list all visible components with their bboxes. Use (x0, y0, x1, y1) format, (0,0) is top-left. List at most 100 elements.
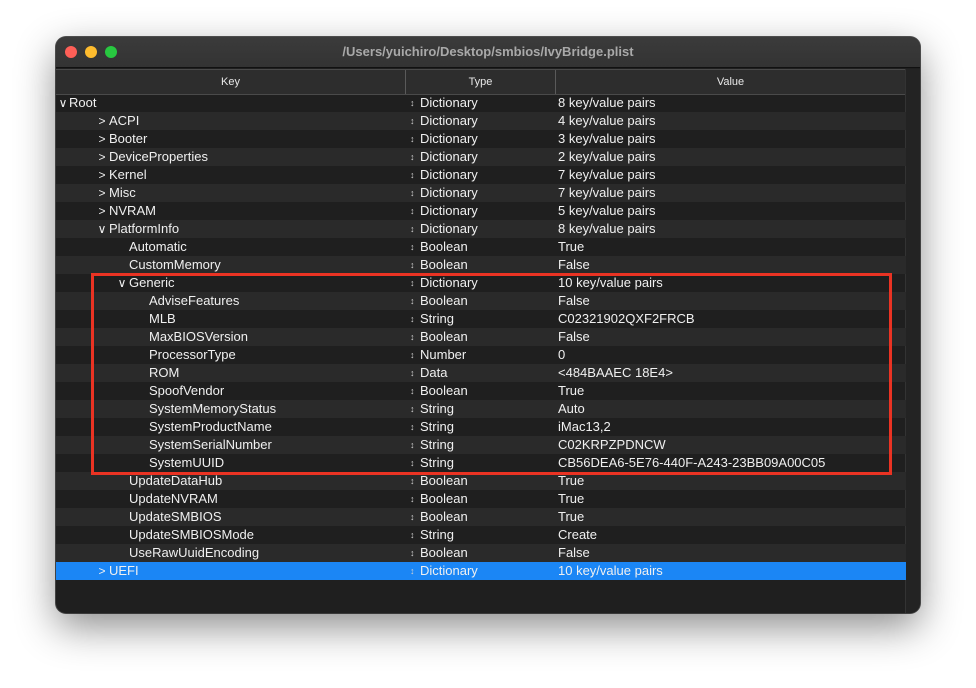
type-stepper-icon[interactable]: ↕ (410, 454, 415, 472)
type-stepper-icon[interactable]: ↕ (410, 436, 415, 454)
value-cell[interactable]: 10 key/value pairs (558, 274, 898, 292)
value-cell[interactable]: 8 key/value pairs (558, 220, 898, 238)
key-cell[interactable]: SystemProductName (56, 418, 406, 436)
key-cell[interactable]: > DeviceProperties (56, 148, 406, 166)
type-stepper-icon[interactable]: ↕ (410, 220, 415, 238)
key-cell[interactable]: CustomMemory (56, 256, 406, 274)
type-popup[interactable]: ↕ Dictionary (406, 562, 556, 580)
type-stepper-icon[interactable]: ↕ (410, 202, 415, 220)
outline-row[interactable]: SystemUUID ↕ String CB56DEA6-5E76-440F-A243… (56, 454, 906, 472)
key-cell[interactable]: ∨ PlatformInfo (56, 220, 406, 238)
outline-row[interactable]: Automatic ↕ Boolean True (56, 238, 906, 256)
key-cell[interactable]: SpoofVendor (56, 382, 406, 400)
value-cell[interactable]: 10 key/value pairs (558, 562, 898, 580)
value-cell[interactable]: True (558, 508, 898, 526)
value-cell[interactable]: False (558, 256, 898, 274)
type-stepper-icon[interactable]: ↕ (410, 490, 415, 508)
key-cell[interactable]: MaxBIOSVersion (56, 328, 406, 346)
value-cell[interactable]: False (558, 544, 898, 562)
type-stepper-icon[interactable]: ↕ (410, 472, 415, 490)
outline-row[interactable]: > DeviceProperties ↕ Dictionary 2 key/value … (56, 148, 906, 166)
type-stepper-icon[interactable]: ↕ (410, 346, 415, 364)
key-cell[interactable]: > NVRAM (56, 202, 406, 220)
type-stepper-icon[interactable]: ↕ (410, 184, 415, 202)
value-cell[interactable]: True (558, 382, 898, 400)
outline-row[interactable]: > Misc ↕ Dictionary 7 key/value pairs (56, 184, 906, 202)
type-popup[interactable]: ↕ Boolean (406, 490, 556, 508)
disclosure-closed-icon[interactable]: > (96, 202, 108, 220)
outline-row[interactable]: > Booter ↕ Dictionary 3 key/value pairs (56, 130, 906, 148)
type-popup[interactable]: ↕ Number (406, 346, 556, 364)
outline-row[interactable]: UpdateSMBIOS ↕ Boolean True (56, 508, 906, 526)
outline-row[interactable]: SystemProductName ↕ String iMac13,2 (56, 418, 906, 436)
type-popup[interactable]: ↕ Dictionary (406, 148, 556, 166)
type-stepper-icon[interactable]: ↕ (410, 310, 415, 328)
value-cell[interactable]: 3 key/value pairs (558, 130, 898, 148)
type-popup[interactable]: ↕ Boolean (406, 256, 556, 274)
type-popup[interactable]: ↕ Dictionary (406, 94, 556, 112)
outline-row[interactable]: > Kernel ↕ Dictionary 7 key/value pairs (56, 166, 906, 184)
type-stepper-icon[interactable]: ↕ (410, 112, 415, 130)
value-cell[interactable]: True (558, 490, 898, 508)
key-cell[interactable]: AdviseFeatures (56, 292, 406, 310)
value-cell[interactable]: CB56DEA6-5E76-440F-A243-23BB09A00C05 (558, 454, 898, 472)
disclosure-closed-icon[interactable]: > (96, 112, 108, 130)
outline-row[interactable]: UseRawUuidEncoding ↕ Boolean False (56, 544, 906, 562)
outline-row[interactable]: ProcessorType ↕ Number 0 (56, 346, 906, 364)
title-bar[interactable]: /Users/yuichiro/Desktop/smbios/IvyBridge… (56, 37, 920, 68)
key-cell[interactable]: UpdateNVRAM (56, 490, 406, 508)
column-header-value[interactable]: Value (556, 70, 906, 94)
type-popup[interactable]: ↕ Dictionary (406, 166, 556, 184)
value-cell[interactable]: 7 key/value pairs (558, 184, 898, 202)
value-cell[interactable]: iMac13,2 (558, 418, 898, 436)
value-cell[interactable]: 8 key/value pairs (558, 94, 898, 112)
outline-row[interactable]: SystemMemoryStatus ↕ String Auto (56, 400, 906, 418)
type-popup[interactable]: ↕ String (406, 454, 556, 472)
value-cell[interactable]: 0 (558, 346, 898, 364)
type-stepper-icon[interactable]: ↕ (410, 418, 415, 436)
value-cell[interactable]: <484BAAEC 18E4> (558, 364, 898, 382)
type-popup[interactable]: ↕ Boolean (406, 292, 556, 310)
disclosure-closed-icon[interactable]: > (96, 562, 108, 580)
key-cell[interactable]: SystemSerialNumber (56, 436, 406, 454)
value-cell[interactable]: C02KRPZPDNCW (558, 436, 898, 454)
key-cell[interactable]: UseRawUuidEncoding (56, 544, 406, 562)
type-stepper-icon[interactable]: ↕ (410, 94, 415, 112)
type-popup[interactable]: ↕ Dictionary (406, 220, 556, 238)
type-stepper-icon[interactable]: ↕ (410, 562, 415, 580)
column-header-type[interactable]: Type (406, 70, 556, 94)
type-stepper-icon[interactable]: ↕ (410, 238, 415, 256)
value-cell[interactable]: False (558, 328, 898, 346)
key-cell[interactable]: > Misc (56, 184, 406, 202)
outline-row[interactable]: AdviseFeatures ↕ Boolean False (56, 292, 906, 310)
value-cell[interactable]: 5 key/value pairs (558, 202, 898, 220)
type-stepper-icon[interactable]: ↕ (410, 508, 415, 526)
type-popup[interactable]: ↕ Boolean (406, 508, 556, 526)
value-cell[interactable]: False (558, 292, 898, 310)
key-cell[interactable]: MLB (56, 310, 406, 328)
outline-row[interactable]: > ACPI ↕ Dictionary 4 key/value pairs (56, 112, 906, 130)
value-cell[interactable]: Create (558, 526, 898, 544)
outline-row[interactable]: CustomMemory ↕ Boolean False (56, 256, 906, 274)
outline-row[interactable]: MaxBIOSVersion ↕ Boolean False (56, 328, 906, 346)
type-stepper-icon[interactable]: ↕ (410, 364, 415, 382)
type-stepper-icon[interactable]: ↕ (410, 526, 415, 544)
key-cell[interactable]: UpdateSMBIOSMode (56, 526, 406, 544)
vertical-scrollbar[interactable] (905, 69, 920, 613)
value-cell[interactable]: True (558, 472, 898, 490)
type-stepper-icon[interactable]: ↕ (410, 382, 415, 400)
disclosure-open-icon[interactable]: ∨ (116, 274, 128, 292)
key-cell[interactable]: > UEFI (56, 562, 406, 580)
key-cell[interactable]: ProcessorType (56, 346, 406, 364)
type-popup[interactable]: ↕ Boolean (406, 238, 556, 256)
outline-row[interactable]: UpdateDataHub ↕ Boolean True (56, 472, 906, 490)
type-stepper-icon[interactable]: ↕ (410, 328, 415, 346)
key-cell[interactable]: UpdateSMBIOS (56, 508, 406, 526)
value-cell[interactable]: Auto (558, 400, 898, 418)
disclosure-closed-icon[interactable]: > (96, 148, 108, 166)
type-stepper-icon[interactable]: ↕ (410, 166, 415, 184)
type-popup[interactable]: ↕ String (406, 400, 556, 418)
key-cell[interactable]: SystemUUID (56, 454, 406, 472)
type-popup[interactable]: ↕ String (406, 526, 556, 544)
key-cell[interactable]: ROM (56, 364, 406, 382)
